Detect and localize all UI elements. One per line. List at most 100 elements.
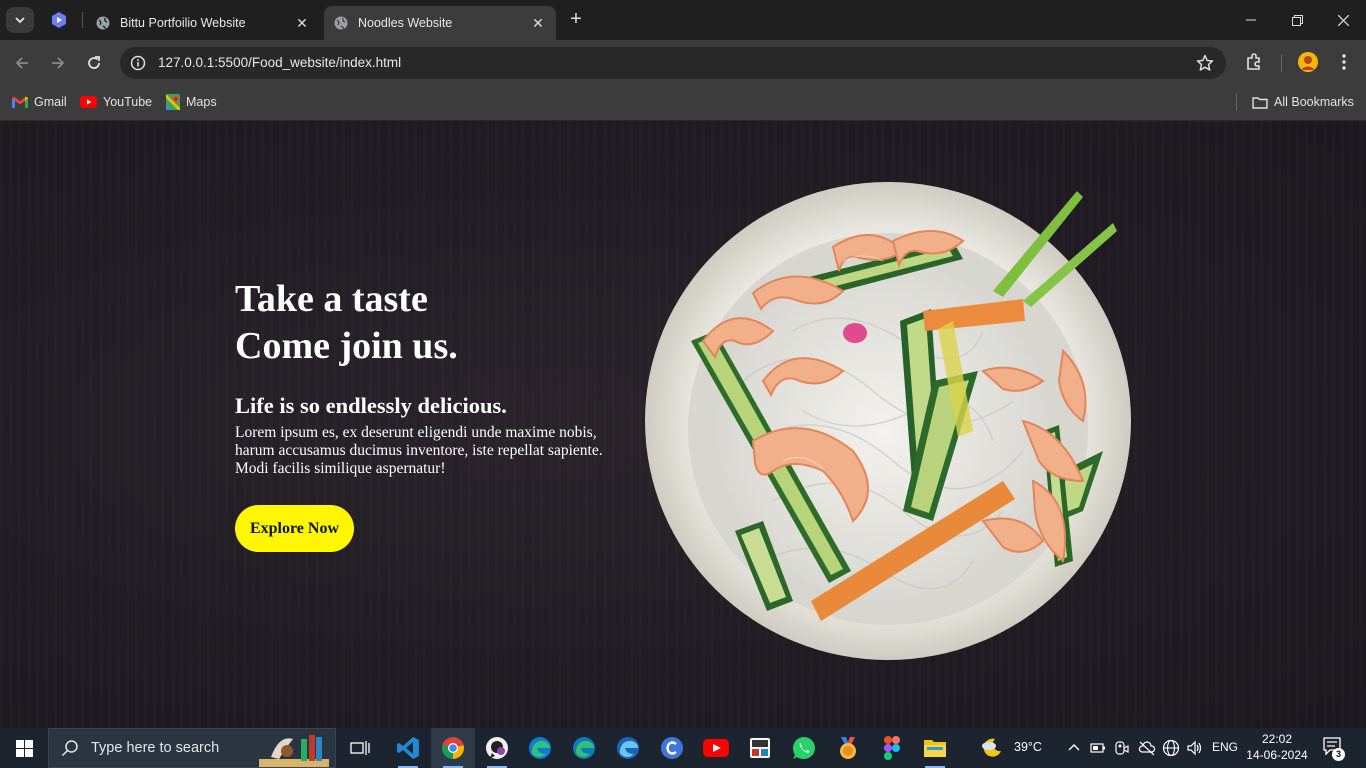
bookmark-star-icon[interactable] — [1196, 54, 1214, 72]
folder-icon — [1252, 96, 1268, 109]
all-bookmarks-label: All Bookmarks — [1274, 95, 1354, 109]
youtube-icon — [703, 739, 729, 757]
medal-icon — [840, 737, 856, 759]
language-indicator[interactable]: ENG — [1212, 740, 1238, 754]
browser-toolbar: 127.0.0.1:5500/Food_website/index.html — [0, 40, 1366, 85]
tab-separator — [82, 12, 83, 28]
search-highlight-icon — [259, 735, 329, 767]
close-tab-icon[interactable]: ✕ — [294, 15, 310, 31]
minimize-icon — [1246, 19, 1256, 21]
chrome-icon — [442, 737, 464, 759]
minimize-button[interactable] — [1228, 0, 1274, 40]
chevron-up-icon[interactable] — [1068, 742, 1080, 754]
hero-title-line-1: Take a taste — [235, 278, 428, 320]
arrow-right-icon — [52, 57, 65, 69]
hero-title: Take a taste Come join us. — [235, 276, 635, 370]
forward-button[interactable] — [45, 50, 71, 76]
clock-date: 14-06-2024 — [1246, 748, 1308, 762]
canva-icon — [661, 737, 683, 759]
clock-time: 22:02 — [1261, 732, 1293, 746]
bookmark-label: Gmail — [34, 95, 67, 109]
bookmark-label: Maps — [186, 95, 217, 109]
database-icon — [750, 738, 770, 758]
bookmark-gmail[interactable]: Gmail — [12, 93, 67, 111]
search-placeholder: Type here to search — [91, 740, 220, 756]
info-icon — [130, 55, 146, 71]
gmail-icon — [12, 96, 28, 108]
close-tab-icon[interactable]: ✕ — [530, 15, 546, 31]
profile-avatar[interactable] — [1298, 52, 1318, 72]
site-info-button[interactable] — [128, 53, 148, 73]
volume-icon[interactable] — [1186, 739, 1204, 757]
url-text: 127.0.0.1:5500/Food_website/index.html — [158, 55, 402, 70]
notification-center-button[interactable]: 3 — [1322, 736, 1346, 761]
all-bookmarks-button[interactable]: All Bookmarks — [1252, 93, 1354, 111]
cloud-offline-icon[interactable] — [1138, 740, 1156, 756]
bookmark-youtube[interactable]: YouTube — [80, 93, 152, 111]
folder-icon — [924, 740, 946, 757]
close-icon — [1337, 14, 1349, 26]
close-window-button[interactable] — [1320, 0, 1366, 40]
globe-icon — [334, 16, 348, 30]
tab-search-button[interactable] — [6, 7, 34, 33]
taskbar-figma[interactable] — [870, 728, 914, 768]
notification-count-badge: 3 — [1332, 748, 1345, 761]
toolbar-separator — [1281, 54, 1282, 72]
globe-network-icon[interactable] — [1162, 739, 1180, 757]
restore-icon — [1291, 14, 1303, 26]
tab-noodles[interactable]: Noodles Website ✕ — [324, 6, 556, 40]
restore-button[interactable] — [1274, 0, 1320, 40]
taskbar-canva[interactable] — [650, 728, 694, 768]
taskbar-edge-dev[interactable] — [606, 728, 650, 768]
vscode-icon — [397, 737, 419, 759]
globe-icon — [96, 16, 110, 30]
explore-now-button[interactable]: Explore Now — [235, 505, 354, 552]
chevron-down-icon — [15, 17, 25, 24]
taskbar-youtube[interactable] — [694, 728, 738, 768]
address-bar[interactable]: 127.0.0.1:5500/Food_website/index.html — [120, 47, 1226, 79]
task-view-icon — [350, 741, 370, 755]
system-clock[interactable]: 22:02 14-06-2024 — [1244, 731, 1310, 763]
bookmark-maps[interactable]: Maps — [166, 93, 217, 111]
hero-title-line-2: Come join us. — [235, 325, 458, 367]
taskbar-mysql[interactable] — [738, 728, 782, 768]
reload-icon — [88, 56, 100, 69]
github-icon — [486, 737, 508, 759]
reload-button[interactable] — [81, 50, 107, 76]
tab-title: Bittu Portfoilio Website — [120, 16, 246, 30]
bookmark-label: YouTube — [103, 95, 153, 109]
taskbar-file-explorer[interactable] — [913, 728, 957, 768]
battery-icon[interactable] — [1090, 741, 1106, 755]
edge-icon — [529, 737, 551, 759]
hero-paragraph: Lorem ipsum es, ex deserunt eligendi und… — [235, 424, 603, 477]
hero-subtitle: Life is so endlessly delicious. — [235, 393, 507, 418]
new-tab-button[interactable]: + — [566, 9, 586, 31]
hero-text-block: Take a taste Come join us. Life is so en… — [235, 276, 635, 552]
youtube-icon — [80, 96, 97, 108]
weather-moon-icon — [982, 738, 1001, 757]
profile-icon — [1298, 52, 1318, 72]
taskbar-chrome[interactable] — [431, 728, 475, 768]
task-view-button[interactable] — [338, 728, 382, 768]
windows-logo-icon — [15, 739, 33, 757]
noodle-bowl-image — [645, 182, 1131, 660]
start-button[interactable] — [0, 728, 48, 768]
browser-tabstrip: Bittu Portfoilio Website ✕ Noodles Websi… — [0, 0, 1366, 40]
tab-portfolio[interactable]: Bittu Portfoilio Website ✕ — [86, 6, 320, 40]
edge-beta-icon — [573, 737, 595, 759]
taskbar-whatsapp[interactable] — [782, 728, 826, 768]
taskbar-vscode[interactable] — [386, 728, 430, 768]
taskbar-github-desktop[interactable] — [475, 728, 519, 768]
taskbar-medal[interactable] — [826, 728, 870, 768]
app-logo-icon[interactable] — [50, 11, 68, 29]
more-menu-icon[interactable] — [1334, 52, 1354, 72]
weather-widget[interactable] — [980, 736, 1004, 760]
windows-taskbar: Type here to search 39°C ENG 22:02 14-06… — [0, 728, 1366, 768]
taskbar-edge[interactable] — [518, 728, 562, 768]
camera-icon[interactable] — [1114, 740, 1130, 756]
taskbar-search-box[interactable]: Type here to search — [48, 728, 336, 768]
extensions-icon[interactable] — [1244, 52, 1264, 72]
taskbar-edge-beta[interactable] — [562, 728, 606, 768]
arrow-left-icon — [15, 57, 28, 69]
back-button[interactable] — [9, 50, 35, 76]
